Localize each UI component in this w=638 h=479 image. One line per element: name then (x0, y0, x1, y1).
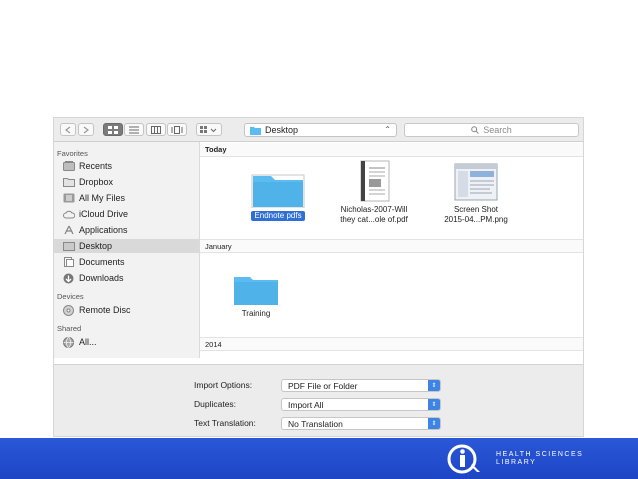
location-label: Desktop (265, 125, 299, 135)
file-name-line1: Screen Shot (453, 205, 498, 214)
import-options-label: Import Options: (194, 380, 253, 390)
sidebar-item-label: Downloads (79, 273, 124, 283)
column-view-icon (151, 125, 161, 134)
file-screen-shot-png[interactable]: Screen Shot 2015-04...PM.png (426, 162, 526, 225)
duplicates-value: Import All (288, 399, 324, 410)
duplicates-label: Duplicates: (194, 399, 237, 409)
forward-button[interactable] (78, 123, 94, 136)
list-view-icon (129, 126, 139, 133)
documents-icon (62, 257, 75, 268)
icon-view-button[interactable] (103, 123, 123, 136)
toolbar: Desktop ⌃ Search (54, 118, 583, 142)
search-field[interactable]: Search (404, 123, 579, 137)
file-endnote-pdfs[interactable]: Endnote pdfs (228, 172, 328, 221)
file-name-line2: they cat...ole of.pdf (340, 215, 408, 224)
file-name-line1: Nicholas-2007-Will (340, 205, 408, 214)
import-options-panel: Import Options: PDF File or Folder ⇕ Dup… (54, 364, 583, 436)
sidebar-heading-favorites: Favorites (57, 149, 88, 158)
sidebar-item-icloud-drive[interactable]: iCloud Drive (54, 207, 199, 221)
sidebar: Favorites Recents Dropbox All My Files i… (54, 142, 200, 358)
arrange-menu-button[interactable] (196, 123, 222, 136)
text-translation-select[interactable]: No Translation ⇕ (281, 417, 441, 430)
file-nicholas-pdf[interactable]: Nicholas-2007-Will they cat...ole of.pdf (324, 160, 424, 225)
chevron-updown-icon: ⇕ (428, 399, 440, 410)
sidebar-item-recents[interactable]: Recents (54, 159, 199, 173)
library-logo-icon (447, 444, 480, 474)
sidebar-item-label: All... (79, 337, 97, 347)
sidebar-item-label: Dropbox (79, 177, 114, 187)
chevron-updown-icon: ⇕ (428, 418, 440, 429)
sidebar-item-label: Applications (79, 225, 128, 235)
sidebar-item-applications[interactable]: Applications (54, 223, 199, 237)
logo-line1: HEALTH SCIENCES (496, 451, 584, 458)
chevron-left-icon (65, 126, 71, 133)
sidebar-heading-shared: Shared (57, 324, 82, 333)
chevron-updown-icon: ⇕ (428, 380, 440, 391)
column-view-button[interactable] (146, 123, 166, 136)
chevron-right-icon (83, 126, 89, 133)
sidebar-item-dropbox[interactable]: Dropbox (54, 175, 199, 189)
import-options-value: PDF File or Folder (288, 380, 358, 391)
text-translation-value: No Translation (288, 418, 343, 429)
health-sciences-library-logo: HEALTH SCIENCES LIBRARY (442, 444, 583, 474)
applications-icon (62, 225, 75, 236)
sidebar-item-downloads[interactable]: Downloads (54, 271, 199, 285)
sidebar-item-label: Desktop (79, 241, 113, 251)
sidebar-item-documents[interactable]: Documents (54, 255, 199, 269)
sidebar-item-all-my-files[interactable]: All My Files (54, 191, 199, 205)
sidebar-item-label: All My Files (79, 193, 126, 203)
location-popup[interactable]: Desktop ⌃ (244, 123, 397, 137)
folder-icon (251, 174, 305, 208)
sidebar-item-label: Recents (79, 161, 113, 171)
recents-icon (62, 161, 75, 172)
desktop-icon (62, 241, 75, 252)
image-thumbnail-icon (454, 163, 498, 201)
sidebar-item-desktop[interactable]: Desktop (54, 239, 199, 253)
group-header-2014: 2014 (200, 337, 583, 351)
logo-text: HEALTH SCIENCES LIBRARY (496, 451, 583, 467)
logo-line2: LIBRARY (496, 459, 537, 466)
folder-icon (250, 126, 261, 135)
open-file-dialog: Desktop ⌃ Search Favorites Recents Dropb… (53, 117, 584, 437)
back-button[interactable] (60, 123, 76, 136)
sidebar-item-label: Remote Disc (79, 305, 131, 315)
cloud-icon (62, 209, 75, 220)
folder-icon (62, 177, 75, 188)
group-header-january: January (200, 239, 583, 253)
file-name-line2: 2015-04...PM.png (444, 215, 508, 224)
file-name: Screen Shot 2015-04...PM.png (444, 205, 508, 225)
downloads-icon (62, 273, 75, 284)
arrange-icon (200, 125, 217, 133)
chevron-updown-icon: ⌃ (384, 125, 391, 134)
cover-flow-icon (171, 125, 183, 134)
file-training[interactable]: Training (206, 274, 306, 319)
footer-bar: HEALTH SCIENCES LIBRARY (0, 438, 638, 479)
sidebar-item-label: iCloud Drive (79, 209, 129, 219)
sidebar-item-label: Documents (79, 257, 125, 267)
file-name: Training (241, 309, 271, 318)
import-options-select[interactable]: PDF File or Folder ⇕ (281, 379, 441, 392)
all-files-icon (62, 193, 75, 204)
file-name: Nicholas-2007-Will they cat...ole of.pdf (340, 205, 408, 225)
cover-flow-button[interactable] (167, 123, 187, 136)
duplicates-select[interactable]: Import All ⇕ (281, 398, 441, 411)
icon-view-icon (108, 125, 118, 134)
sidebar-item-remote-disc[interactable]: Remote Disc (54, 303, 199, 317)
list-view-button[interactable] (124, 123, 144, 136)
disc-icon (62, 304, 75, 316)
pdf-document-icon (360, 160, 390, 202)
file-browser: Today Endnote pdfs Nicholas-2007-Will th… (200, 142, 583, 358)
slide: Desktop ⌃ Search Favorites Recents Dropb… (0, 0, 638, 479)
search-placeholder: Search (483, 125, 512, 135)
folder-icon (234, 277, 278, 305)
text-translation-label: Text Translation: (194, 418, 256, 428)
sidebar-item-all-shared[interactable]: All... (54, 335, 199, 349)
network-icon (62, 336, 75, 348)
group-header-today: Today (200, 143, 583, 157)
search-icon (471, 126, 480, 134)
file-name: Endnote pdfs (251, 211, 305, 221)
sidebar-heading-devices: Devices (57, 292, 84, 301)
